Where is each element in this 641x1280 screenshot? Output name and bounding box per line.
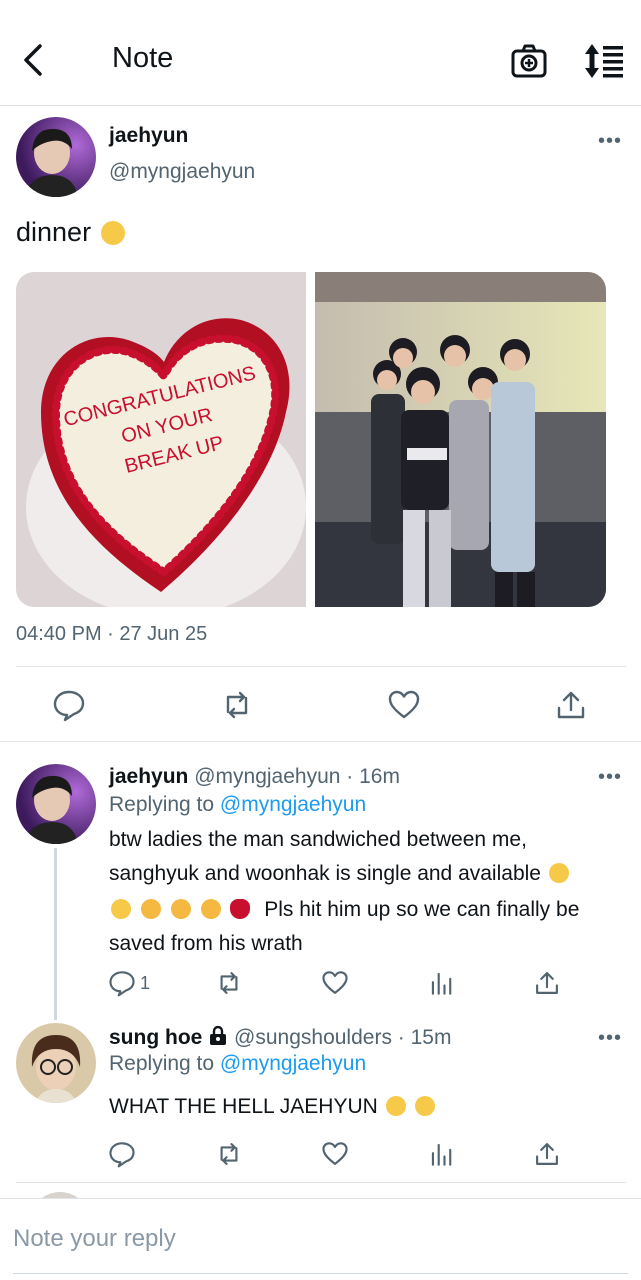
reply-author-name[interactable]: sung hoe [109,1026,202,1049]
replying-to: Replying to @myngjaehyun [109,1052,366,1076]
reply-text-segment: sanghyuk and woonhak is single and avail… [109,862,541,885]
author-handle[interactable]: @myngjaehyun [109,160,255,184]
page-title: Note [112,42,174,74]
divider [0,741,641,742]
group-photo[interactable] [315,272,606,607]
reply-text-line: btw ladies the man sandwiched between me… [109,828,527,851]
input-underline [13,1273,628,1274]
comment-icon[interactable] [108,1140,136,1168]
reply-text-line: saved from his wrath [109,932,303,955]
like-heart-icon[interactable] [321,1140,349,1168]
avatar[interactable] [16,1023,96,1103]
heart-eyes-cat-emoji-icon [170,899,191,919]
more-options-icon[interactable]: ••• [598,766,622,789]
thread-line [54,848,57,1020]
divider [16,1182,626,1183]
reply-text: WHAT THE HELL JAEHYUN [109,1090,609,1124]
heart-eyes-cat-emoji-icon [140,899,161,919]
avatar[interactable] [16,764,96,844]
reply-count: 1 [140,973,151,993]
reply-time: · 16m [346,765,400,788]
heart-eyes-cat-emoji-icon [200,899,221,919]
like-heart-icon[interactable] [321,969,349,997]
back-arrow-icon[interactable] [18,40,50,80]
reply-text: btw ladies the man sandwiched between me… [109,823,609,961]
comment-icon[interactable] [52,688,86,722]
replying-to: Replying to @myngjaehyun [109,793,366,817]
camera-icon[interactable] [510,42,548,80]
sort-icon[interactable] [584,42,626,80]
reply-input[interactable]: Note your reply [13,1225,176,1253]
reply-author-handle[interactable]: @sungshoulders [234,1026,392,1049]
cake-photo[interactable]: CONGRATULATIONS ON YOUR BREAK UP [16,272,306,607]
reply-header: jaehyun @myngjaehyun · 16m [109,765,400,789]
like-heart-icon[interactable] [387,688,421,722]
post-timestamp: 04:40 PM · 27 Jun 25 [16,623,208,645]
crying-laughing-emoji-icon [415,1096,436,1116]
top-bar: Note [0,0,641,106]
post-text: dinner [16,217,127,248]
replying-to-link[interactable]: @myngjaehyun [220,793,366,816]
share-icon[interactable] [533,1140,561,1168]
retweet-icon[interactable] [215,969,243,997]
reply-text-line: Pls hit him up so we can finally be [109,893,609,927]
reply-text-line: sanghyuk and woonhak is single and avail… [109,857,609,891]
reply-composer[interactable]: Note your reply [0,1198,641,1280]
replying-prefix: Replying to [109,1052,215,1075]
reply-header: sung hoe @sungshoulders · 15m [109,1025,452,1052]
author-name[interactable]: jaehyun [109,124,188,148]
share-icon[interactable] [554,688,588,722]
reply-author-handle[interactable]: @myngjaehyun [194,765,340,788]
grin-emoji-icon [111,899,131,919]
replying-to-link[interactable]: @myngjaehyun [220,1052,366,1075]
rose-emoji-icon [230,899,251,919]
share-icon[interactable] [533,969,561,997]
more-options-icon[interactable]: ••• [598,1027,622,1050]
more-options-icon[interactable]: ••• [598,130,622,153]
reply-text-segment: WHAT THE HELL JAEHYUN [109,1095,378,1118]
retweet-icon[interactable] [215,1140,243,1168]
analytics-icon[interactable] [428,1140,456,1168]
replying-prefix: Replying to [109,793,215,816]
reply-time: · 15m [397,1026,452,1049]
post-text-content: dinner [16,217,92,247]
analytics-icon[interactable] [428,969,456,997]
reply-text-segment: Pls hit him up so we can finally be [264,898,580,921]
lock-icon [208,1025,228,1052]
yum-emoji-icon [100,221,125,245]
avatar[interactable] [16,117,96,197]
crying-laughing-emoji-icon [385,1096,406,1116]
divider [16,666,626,667]
reply-author-name[interactable]: jaehyun [109,765,188,788]
retweet-icon[interactable] [220,688,254,722]
grin-emoji-icon [548,863,569,883]
comment-icon[interactable] [108,969,136,997]
